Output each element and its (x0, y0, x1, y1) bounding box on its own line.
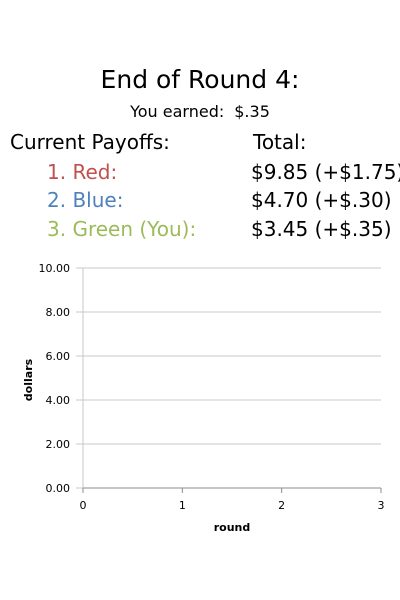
earned-line: You earned: $.35 (0, 101, 400, 123)
y-tick-label: 2.00 (46, 438, 71, 451)
x-tick-label: 3 (378, 499, 385, 512)
player-name: 1. Red: (47, 160, 118, 184)
player-row-red: 1. Red: $9.85 (+$1.75) (0, 158, 400, 186)
player-total: $3.45 (+$.35) (251, 217, 392, 241)
player-name: 3. Green (You): (47, 217, 197, 241)
x-tick-label: 1 (179, 499, 186, 512)
payoffs-header: Current Payoffs: (10, 130, 170, 154)
player-total: $4.70 (+$.30) (251, 188, 392, 212)
earned-label: You earned: (130, 102, 225, 121)
x-tick-label: 2 (278, 499, 285, 512)
y-tick-label: 4.00 (46, 394, 71, 407)
x-tick-label: 0 (80, 499, 87, 512)
player-row-blue: 2. Blue: $4.70 (+$.30) (0, 186, 400, 214)
y-tick-label: 8.00 (46, 306, 71, 319)
player-name: 2. Blue: (47, 188, 124, 212)
x-axis-title: round (214, 521, 251, 534)
earned-value: $.35 (234, 102, 270, 121)
total-header: Total: (253, 130, 307, 154)
payoff-chart: 0.00 2.00 4.00 6.00 8.00 10.00 0 1 2 3 round dollar… (22, 262, 385, 534)
round-title: End of Round 4: (100, 65, 300, 94)
y-axis-title: dollars (22, 358, 35, 401)
y-tick-label: 0.00 (46, 482, 71, 495)
player-total: $9.85 (+$1.75) (251, 160, 400, 184)
y-tick-label: 6.00 (46, 350, 71, 363)
player-row-green: 3. Green (You): $3.45 (+$.35) (0, 215, 400, 243)
y-tick-label: 10.00 (39, 262, 71, 275)
